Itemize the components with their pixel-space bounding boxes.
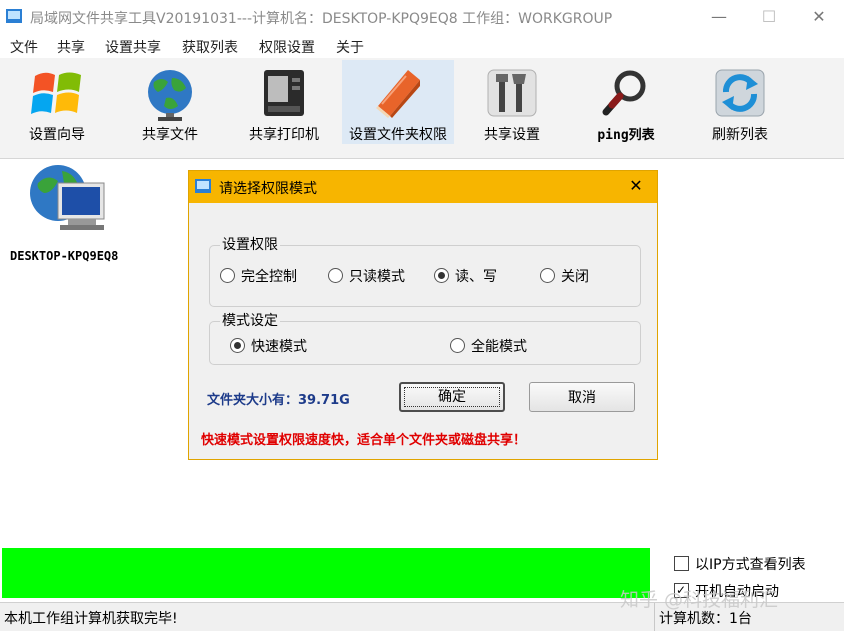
toolbar-share-settings[interactable]: 共享设置 <box>456 60 568 144</box>
dialog-app-icon <box>195 179 211 193</box>
mode-group-label: 模式设定 <box>220 312 280 330</box>
toolbar-folder-permissions[interactable]: 设置文件夹权限 <box>342 60 454 144</box>
radio-full-control[interactable]: 完全控制 <box>220 268 297 286</box>
tool-label-ping-list: ping列表 <box>597 128 655 143</box>
window-title: 局域网文件共享工具V20191031---计算机名：DESKTOP-KPQ9EQ… <box>30 11 613 27</box>
printer-icon <box>264 70 304 116</box>
dialog-title-bar: 请选择权限模式 ✕ <box>189 171 657 203</box>
mode-tip-text: 快速模式设置权限速度快，适合单个文件夹或磁盘共享！ <box>201 433 527 448</box>
tools-icon <box>487 69 537 117</box>
tool-label-share-files: 共享文件 <box>142 127 198 143</box>
globe-icon <box>148 70 192 121</box>
radio-selected-icon <box>434 268 449 283</box>
magnifier-icon <box>602 70 646 116</box>
radio-read-write[interactable]: 读、写 <box>434 268 497 286</box>
menu-share[interactable]: 共享 <box>57 37 85 57</box>
menu-set-share[interactable]: 设置共享 <box>105 37 161 57</box>
toolbar: 设置向导 共享文件 共享打印机 设置文件夹权限 共享设置 ping列表 刷新列表 <box>0 58 844 159</box>
menu-about[interactable]: 关于 <box>336 37 364 57</box>
dialog-close-button[interactable]: ✕ <box>625 175 647 197</box>
radio-read-only[interactable]: 只读模式 <box>328 268 405 286</box>
ok-button[interactable]: 确定 <box>399 382 505 412</box>
permission-dialog: 请选择权限模式 ✕ 设置权限 完全控制 只读模式 读、写 关闭 模式设定 快速模… <box>188 170 658 460</box>
radio-full-mode[interactable]: 全能模式 <box>450 338 527 356</box>
folder-size-text: 文件夹大小有：39.71G <box>207 393 350 408</box>
permission-group: 设置权限 完全控制 只读模式 读、写 关闭 <box>209 236 641 307</box>
network-computer-icon <box>30 165 105 230</box>
folder-book-icon <box>376 70 420 118</box>
windows-logo-icon <box>31 72 81 114</box>
progress-fill <box>2 548 650 598</box>
tool-label-refresh-list: 刷新列表 <box>712 127 768 143</box>
menu-file[interactable]: 文件 <box>10 37 38 57</box>
app-icon <box>6 9 22 23</box>
radio-selected-icon <box>230 338 245 353</box>
tool-label-share-printer: 共享打印机 <box>249 127 319 143</box>
checkbox-ip-view[interactable]: 以IP方式查看列表 <box>674 556 806 574</box>
close-button[interactable]: ✕ <box>794 0 844 34</box>
status-message: 本机工作组计算机获取完毕! <box>4 611 178 627</box>
dialog-title: 请选择权限模式 <box>219 181 317 197</box>
cancel-button[interactable]: 取消 <box>529 382 635 412</box>
toolbar-share-printer[interactable]: 共享打印机 <box>228 60 340 144</box>
checkbox-icon <box>674 556 689 571</box>
radio-circle-icon <box>328 268 343 283</box>
radio-circle-icon <box>450 338 465 353</box>
radio-circle-icon <box>220 268 235 283</box>
maximize-button[interactable]: ☐ <box>744 0 794 34</box>
refresh-icon <box>715 69 765 117</box>
radio-circle-icon <box>540 268 555 283</box>
minimize-button[interactable]: — <box>694 0 744 34</box>
menu-bar: 文件 共享 设置共享 获取列表 权限设置 关于 <box>0 34 844 58</box>
menu-get-list[interactable]: 获取列表 <box>182 37 238 57</box>
computer-item[interactable]: DESKTOP-KPQ9EQ8 <box>10 159 140 269</box>
permission-group-label: 设置权限 <box>220 236 280 254</box>
watermark: 知乎 @科技福利汇 <box>620 589 779 611</box>
radio-off[interactable]: 关闭 <box>540 268 589 286</box>
tool-label-setup-wizard: 设置向导 <box>29 127 85 143</box>
toolbar-setup-wizard[interactable]: 设置向导 <box>1 60 113 144</box>
menu-permissions[interactable]: 权限设置 <box>259 37 315 57</box>
toolbar-share-files[interactable]: 共享文件 <box>114 60 226 144</box>
toolbar-refresh-list[interactable]: 刷新列表 <box>684 60 796 144</box>
tool-label-share-settings: 共享设置 <box>484 127 540 143</box>
toolbar-ping-list[interactable]: ping列表 <box>570 60 682 144</box>
radio-fast-mode[interactable]: 快速模式 <box>230 338 307 356</box>
mode-group: 模式设定 快速模式 全能模式 <box>209 312 641 365</box>
title-bar: 局域网文件共享工具V20191031---计算机名：DESKTOP-KPQ9EQ… <box>0 0 844 34</box>
progress-bar <box>2 548 650 598</box>
tool-label-folder-permissions: 设置文件夹权限 <box>349 127 447 143</box>
computer-name: DESKTOP-KPQ9EQ8 <box>10 249 119 263</box>
